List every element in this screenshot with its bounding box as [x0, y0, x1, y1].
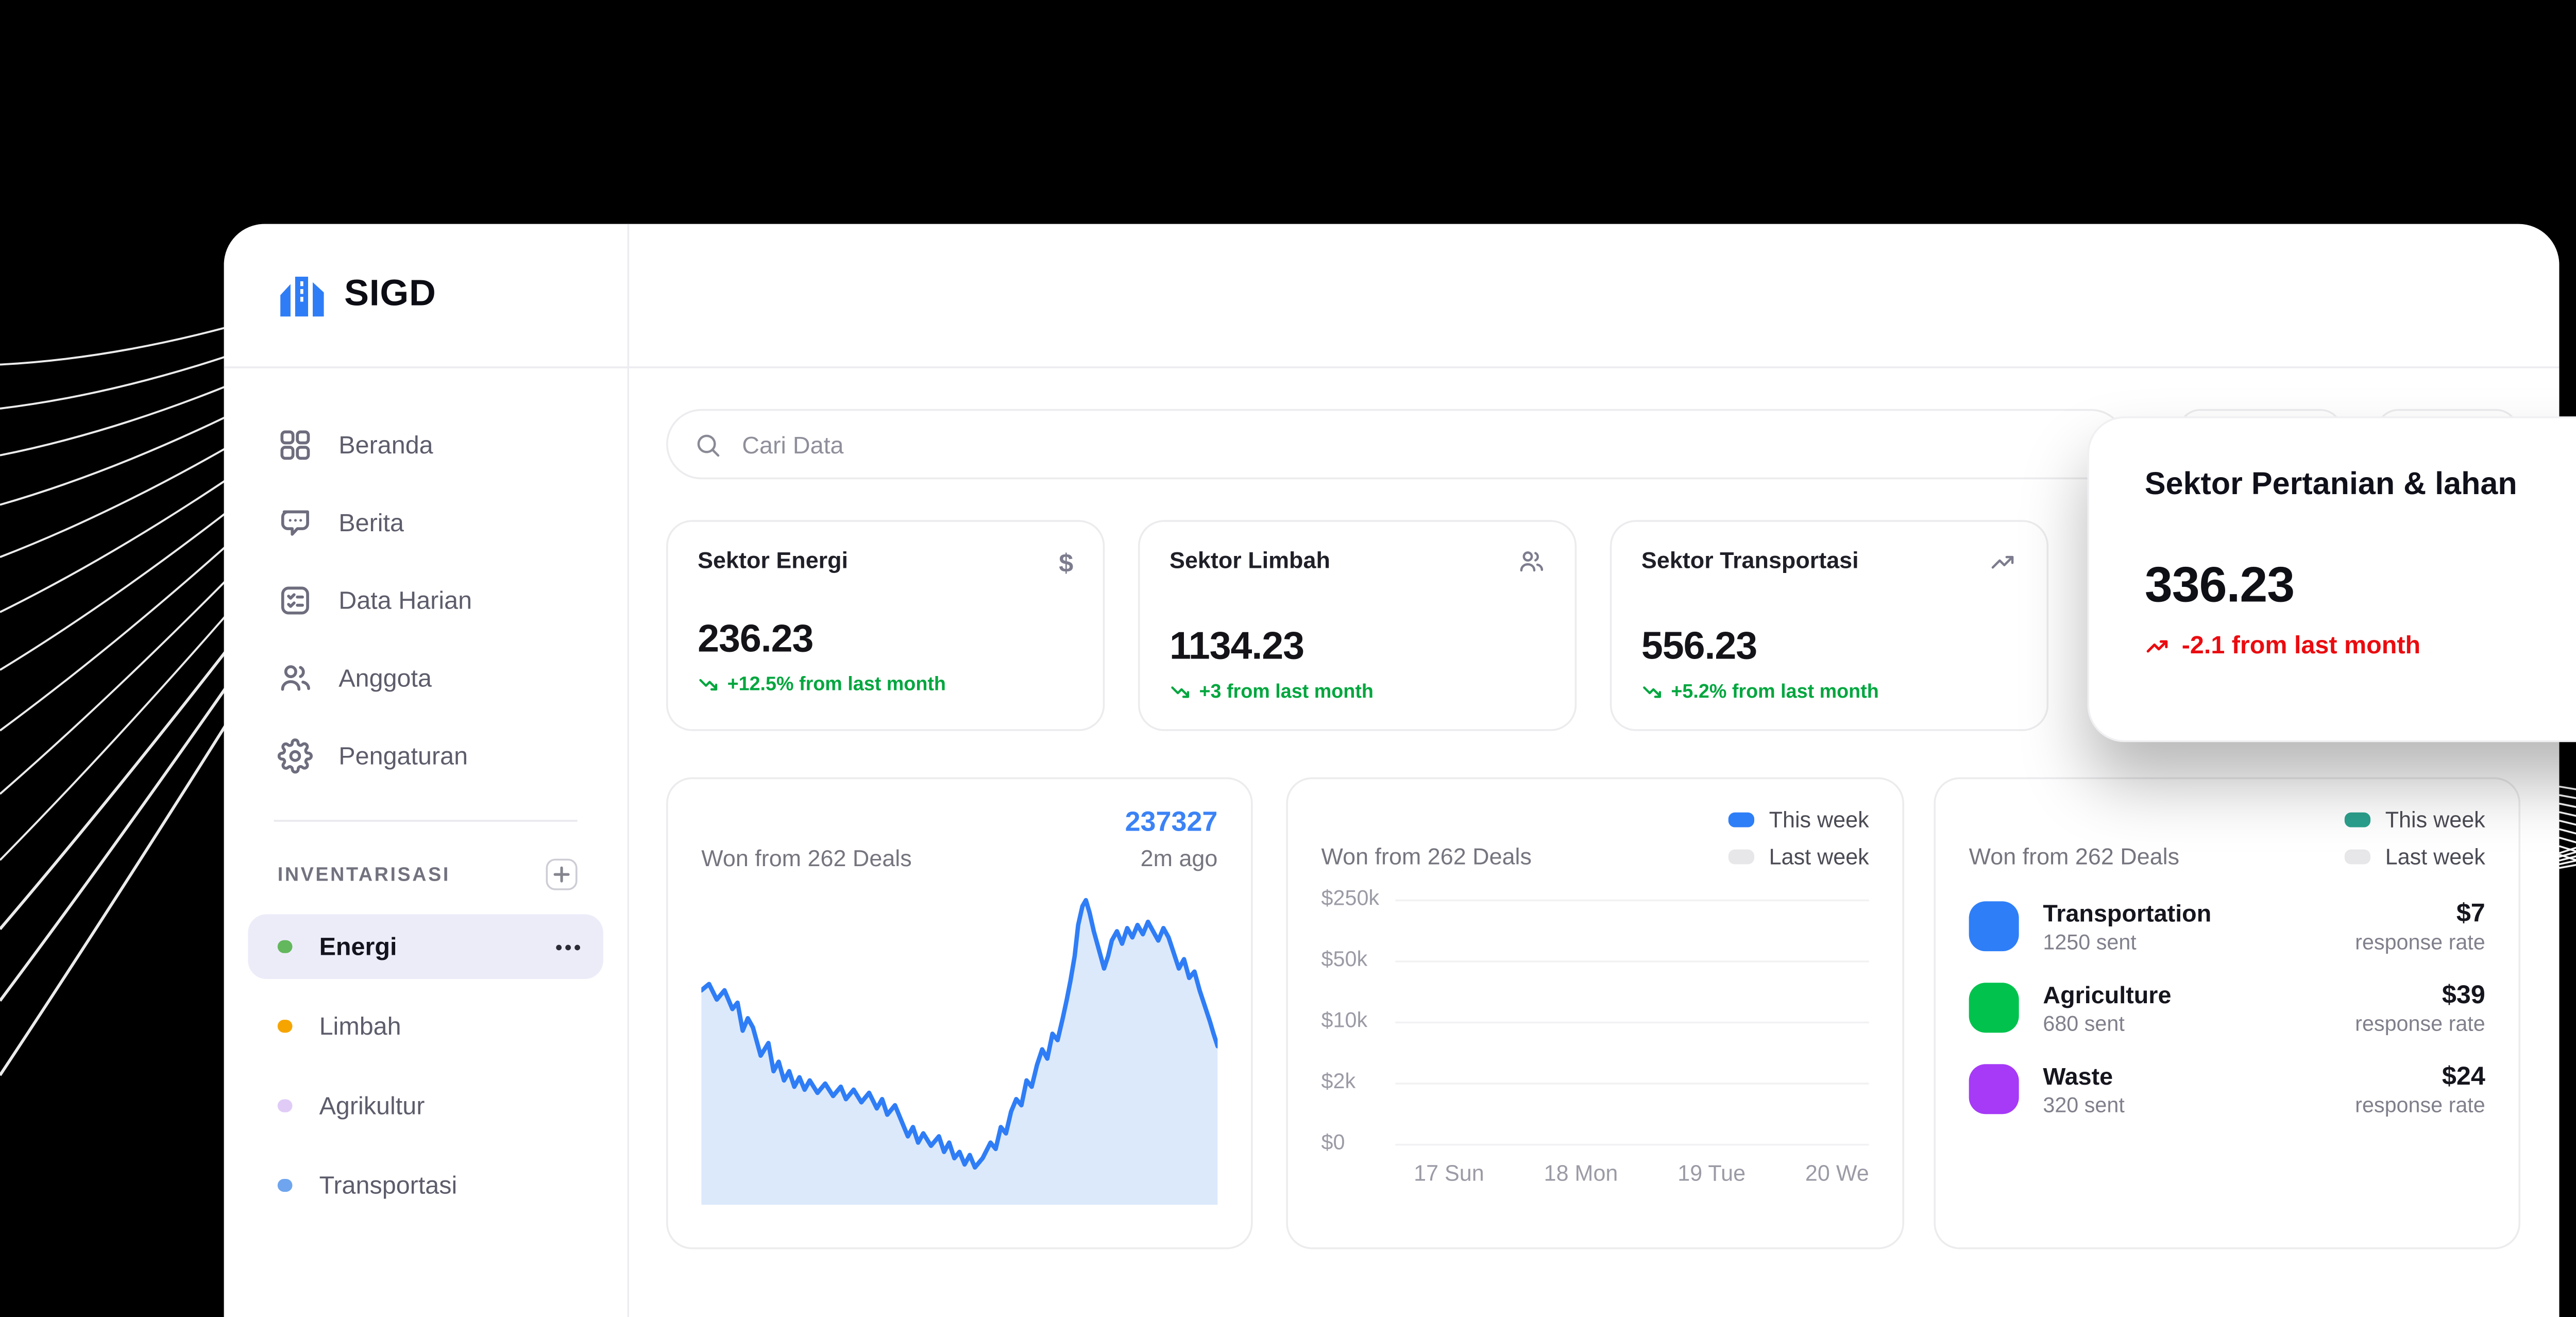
- line-chart-label: Won from 262 Deals: [701, 846, 911, 871]
- trending-up-icon: [1989, 548, 2017, 585]
- transportation-icon: [1969, 901, 2019, 951]
- waste-icon: [1969, 1064, 2019, 1114]
- legend-chip-last-week: [2345, 850, 2370, 865]
- chat-icon: [278, 504, 313, 539]
- trending-up-icon: [2145, 632, 2171, 658]
- sidebar-item-beranda[interactable]: Beranda: [248, 406, 603, 483]
- sidebar-item-label: Berita: [338, 508, 404, 536]
- legend-last-week: Last week: [1728, 844, 1869, 870]
- bar-chart-card: Won from 262 Deals This week Last week: [1286, 778, 1904, 1250]
- ellipsis-icon[interactable]: [555, 943, 581, 950]
- stat-card-value: 236.23: [698, 618, 1073, 663]
- sidebar: Beranda Berita Data Harian Anggota Penga…: [224, 368, 630, 1317]
- x-label: 17 Sun: [1414, 1160, 1484, 1186]
- users-icon: [278, 660, 313, 695]
- area-line-chart: [701, 894, 1217, 1205]
- brand-name: SIGD: [344, 274, 436, 317]
- stat-card-energi: Sektor Energi $ 236.23 +12.5% from last …: [666, 520, 1105, 731]
- stat-card-limbah: Sektor Limbah 1134.23 +3 from last month: [1138, 520, 1577, 731]
- stat-card-change: +3 from last month: [1170, 681, 1545, 703]
- x-label: 20 We: [1805, 1160, 1869, 1186]
- checklist-icon: [278, 582, 313, 617]
- agriculture-icon: [1969, 983, 2019, 1033]
- stat-card-title: Sektor Energi: [698, 548, 848, 573]
- legend-last-week: Last week: [2345, 844, 2485, 870]
- line-chart-value: 237327: [1125, 807, 1218, 838]
- bar-chart-label: Won from 262 Deals: [1321, 844, 1532, 870]
- users-icon: [1517, 548, 1545, 585]
- energi-dot: [278, 940, 292, 954]
- sidebar-item-label: Pengaturan: [338, 741, 468, 769]
- trending-down-icon: [698, 673, 720, 696]
- add-inventory-button[interactable]: [546, 859, 578, 890]
- limbah-dot: [278, 1019, 292, 1033]
- stat-card-value: 556.23: [1641, 626, 2017, 670]
- gear-icon: [278, 737, 313, 772]
- sidebar-item-anggota[interactable]: Anggota: [248, 638, 603, 716]
- legend-chip-last-week: [1728, 850, 1754, 865]
- inventory-item-label: Limbah: [319, 1012, 401, 1040]
- line-chart-card: Won from 262 Deals 237327 2m ago: [666, 778, 1253, 1250]
- sidebar-item-label: Anggota: [338, 664, 432, 691]
- bar-chart-plot: $250k $50k $10k $2k $0: [1395, 900, 1869, 1144]
- stat-card-change: +5.2% from last month: [1641, 681, 2017, 703]
- overlay-card-change: -2.1 from last month: [2145, 631, 2576, 659]
- inventory-item-limbah[interactable]: Limbah: [248, 994, 603, 1059]
- stat-card-title: Sektor Transportasi: [1641, 548, 1859, 573]
- x-label: 19 Tue: [1677, 1160, 1745, 1186]
- stat-card-change: +12.5% from last month: [698, 673, 1073, 696]
- list-item-waste: Waste 320 sent $24 response rate: [1969, 1060, 2485, 1118]
- inventory-item-label: Transportasi: [319, 1172, 457, 1200]
- line-chart-updated: 2m ago: [1125, 846, 1218, 871]
- dollar-icon: $: [1059, 548, 1073, 577]
- header-bar: [629, 224, 2559, 368]
- search-input[interactable]: [738, 429, 2098, 460]
- dashboard-window: SIGD Beranda Berita Data Harian: [224, 224, 2560, 1317]
- plus-icon: [553, 866, 570, 883]
- stat-card-transportasi: Sektor Transportasi 556.23 +5.2% from la…: [1610, 520, 2048, 731]
- trending-down-icon: [1641, 681, 1664, 703]
- y-tick: $2k: [1321, 1072, 1388, 1094]
- y-tick: $10k: [1321, 1010, 1388, 1033]
- legend-chip-this-week: [1728, 813, 1754, 828]
- search-bar[interactable]: [666, 409, 2126, 479]
- stat-card-value: 1134.23: [1170, 626, 1545, 670]
- y-tick: $0: [1321, 1133, 1388, 1155]
- inventory-item-energi[interactable]: Energi: [248, 914, 603, 979]
- transportasi-dot: [278, 1178, 292, 1192]
- inventory-item-transportasi[interactable]: Transportasi: [248, 1153, 603, 1218]
- legend-this-week: This week: [2345, 807, 2485, 833]
- sidebar-item-label: Data Harian: [338, 586, 472, 614]
- list-item-agriculture: Agriculture 680 sent $39 response rate: [1969, 979, 2485, 1036]
- legend-this-week: This week: [1728, 807, 1869, 833]
- grid-icon: [278, 427, 313, 462]
- brand-logo-icon: [278, 273, 328, 317]
- sidebar-item-label: Beranda: [338, 430, 433, 458]
- inventory-section-title: INVENTARISASI: [278, 864, 450, 886]
- y-tick: $50k: [1321, 950, 1388, 972]
- search-icon: [694, 430, 722, 458]
- overlay-card-title: Sektor Pertanian & lahan: [2145, 466, 2517, 503]
- logo: SIGD: [224, 224, 630, 368]
- sidebar-item-berita[interactable]: Berita: [248, 483, 603, 561]
- inventory-item-label: Energi: [319, 933, 397, 960]
- list-item-transportation: Transportation 1250 sent $7 response rat…: [1969, 898, 2485, 955]
- y-tick: $250k: [1321, 888, 1388, 910]
- desktop-background: SIGD Beranda Berita Data Harian: [0, 0, 2576, 1317]
- inventory-item-agrikultur[interactable]: Agrikultur: [248, 1073, 603, 1138]
- legend-chip-this-week: [2345, 813, 2370, 828]
- response-list-card: Won from 262 Deals This week Last week: [1934, 778, 2520, 1250]
- agrikultur-dot: [278, 1099, 292, 1113]
- stat-card-title: Sektor Limbah: [1170, 548, 1330, 573]
- sidebar-divider: [274, 820, 578, 822]
- overlay-card-value: 336.23: [2145, 557, 2576, 614]
- list-card-label: Won from 262 Deals: [1969, 844, 2179, 870]
- overlay-card-pertanian: Sektor Pertanian & lahan 336.23 -2.1 fro…: [2088, 416, 2576, 742]
- sidebar-item-pengaturan[interactable]: Pengaturan: [248, 716, 603, 794]
- sidebar-item-data-harian[interactable]: Data Harian: [248, 561, 603, 638]
- inventory-item-label: Agrikultur: [319, 1092, 425, 1120]
- trending-down-icon: [1170, 681, 1192, 703]
- x-label: 18 Mon: [1544, 1160, 1618, 1186]
